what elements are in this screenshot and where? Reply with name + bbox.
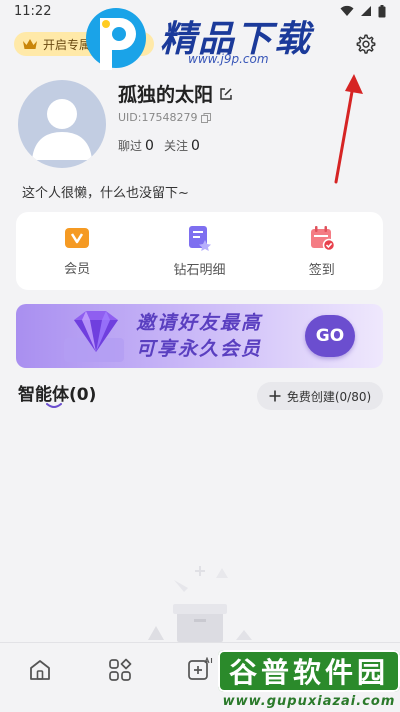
chats-label: 聊过 [118,139,143,153]
title-underline [46,403,62,408]
home-icon[interactable] [27,657,53,683]
quick-actions-card: 会员 钻石明细 签到 [16,212,383,290]
chats-count: 0 [145,138,154,154]
default-user-icon [32,99,92,160]
settings-gear-icon[interactable] [355,33,377,55]
watermark-gupu-url: www.gupuxiazai.com [222,694,396,709]
signal-icon [361,6,371,16]
follow-count: 0 [190,138,200,154]
grid-apps-icon[interactable] [107,657,133,683]
status-time: 11:22 [14,3,52,19]
invite-line-1: 邀请好友最高 [136,312,263,334]
free-create-label: 免费创建(0/80) [286,389,372,404]
invite-friends-banner[interactable]: 邀请好友最高 可享永久会员 GO [16,304,383,368]
watermark-url: www.j9p.com [188,52,269,66]
username: 孤独的太阳 [118,84,214,106]
watermark-gupu: 谷普软件园 www.gupuxiazai.com [218,650,400,712]
checkin-calendar-icon [310,225,335,251]
watermark-logo-icon [86,8,146,70]
diamond-detail-icon [189,225,212,251]
quick-action-checkin[interactable]: 签到 [267,225,377,278]
battery-icon [378,4,386,17]
watermark-jingpin: 精品下载 www.j9p.com [80,2,340,78]
copy-icon[interactable] [201,112,212,123]
ai-create-icon[interactable] [187,657,213,683]
follow-stat[interactable]: 关注 0 [164,137,200,154]
plus-icon [269,390,281,402]
quick-action-label: 签到 [308,262,335,278]
empty-box-icon [148,566,252,642]
profile-counts: 聊过 0 关注 0 [118,137,200,154]
diamond-gem-icon [64,311,124,362]
wifi-icon [340,5,354,16]
go-button[interactable]: GO [305,315,355,357]
edit-icon[interactable] [219,87,233,101]
quick-action-label: 钻石明细 [173,262,226,278]
invite-text: 邀请好友最高 可享永久会员 [136,310,262,362]
uid-row: UID:17548279 [118,111,212,124]
crown-icon [23,39,37,49]
agents-section-title: 智能体(0) [18,385,97,405]
quick-action-label: 会员 [64,261,91,277]
watermark-gupu-title: 谷普软件园 [218,650,400,692]
chats-stat[interactable]: 聊过 0 [118,137,154,154]
invite-line-2: 可享永久会员 [136,338,263,360]
annotation-arrow-icon [334,74,363,184]
quick-action-vip[interactable]: 会员 [22,226,132,277]
vip-icon [65,227,90,248]
profile-bio: 这个人很懒，什么也没留下~ [22,186,189,201]
username-row: 孤独的太阳 [118,80,233,107]
follow-label: 关注 [163,139,188,153]
quick-action-diamond-detail[interactable]: 钻石明细 [144,225,254,278]
avatar[interactable] [18,80,106,168]
free-create-button[interactable]: 免费创建(0/80) [257,382,383,410]
status-icons [340,4,386,18]
uid-text: UID:17548279 [118,111,198,124]
